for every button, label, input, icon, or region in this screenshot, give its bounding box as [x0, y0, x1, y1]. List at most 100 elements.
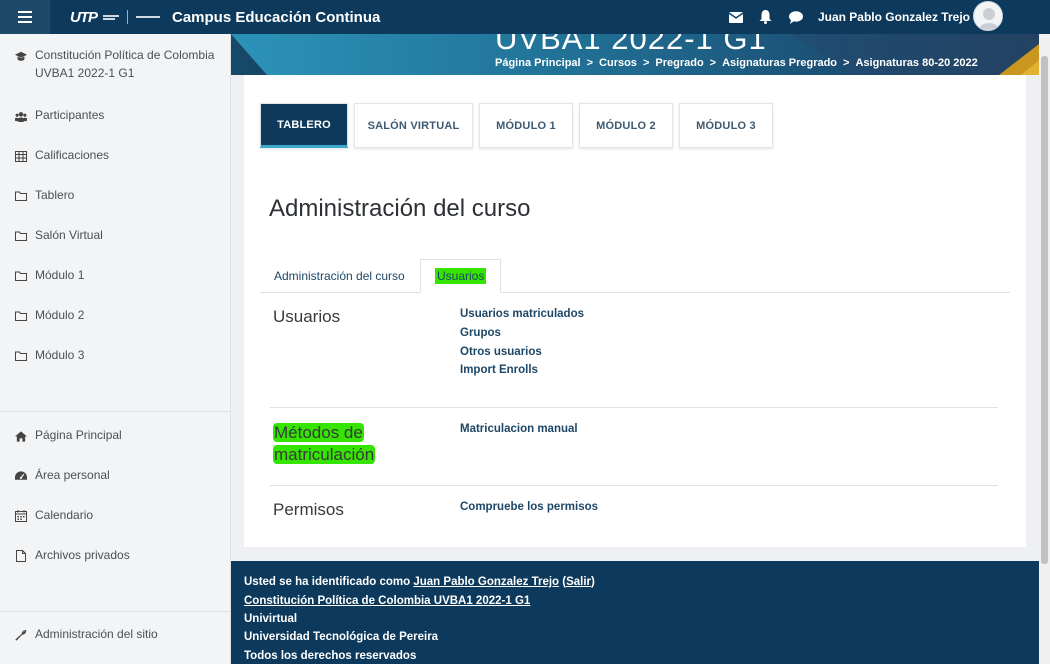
breadcrumb-separator: >	[586, 57, 594, 69]
sidebar-item-modulo-2[interactable]: Módulo 2	[15, 308, 84, 324]
tab-modulo-2[interactable]: MÓDULO 2	[579, 103, 673, 148]
user-name[interactable]: Juan Pablo Gonzalez Trejo	[818, 10, 970, 24]
sidebar-item-tablero[interactable]: Tablero	[15, 188, 75, 204]
table-icon	[15, 150, 27, 162]
footer-login-info: Usted se ha identificado como Juan Pablo…	[244, 576, 595, 588]
folder-icon	[15, 350, 27, 362]
logo-divider	[127, 10, 128, 24]
sidebar-item-label: Módulo 3	[35, 348, 85, 362]
subtab-usuarios[interactable]: Usuarios	[420, 259, 502, 293]
site-name: Campus Educación Continua	[172, 8, 381, 26]
section-divider	[270, 407, 998, 408]
sidebar-item-modulo-3[interactable]: Módulo 3	[15, 348, 85, 364]
breadcrumb: Página Principal > Cursos > Pregrado > Asignat…	[495, 57, 978, 69]
sidebar-item-salon-virtual[interactable]: Salón Virtual	[15, 228, 103, 244]
breadcrumb-item[interactable]: Asignaturas 80-20 2022	[855, 57, 977, 69]
sidebar-item-label: Constitución Política de Colombia UVBA1 …	[35, 48, 215, 80]
section-divider	[270, 485, 998, 486]
sidebar-item-pagina-principal[interactable]: Página Principal	[15, 428, 122, 444]
sidebar-item-label: Calificaciones	[35, 148, 110, 162]
folder-icon	[15, 270, 27, 282]
folder-icon	[15, 310, 27, 322]
dashboard-icon	[15, 470, 27, 482]
messages-icon[interactable]	[728, 9, 744, 25]
hamburger-menu-icon[interactable]	[0, 0, 50, 34]
sidebar-item-administracion-sitio[interactable]: Administración del sitio	[15, 627, 158, 643]
section-title-permisos: Permisos	[273, 500, 344, 519]
course-header-banner: UVBA1 2022-1 G1 Página Principal > Cursos >…	[231, 34, 1039, 75]
users-icon	[15, 110, 27, 122]
footer-logout-link[interactable]: Salir	[566, 576, 591, 588]
link-matriculacion-manual[interactable]: Matriculacion manual	[460, 423, 578, 435]
course-tabs: TABLERO SALÓN VIRTUAL MÓDULO 1 MÓDULO 2 …	[260, 103, 773, 148]
footer-course-link[interactable]: Constitución Política de Colombia UVBA1 …	[244, 595, 530, 607]
breadcrumb-item[interactable]: Pregrado	[655, 57, 703, 69]
footer-line-rights: Todos los derechos reservados	[244, 650, 417, 662]
sidebar-item-archivos-privados[interactable]: Archivos privados	[15, 548, 130, 564]
logo-mark	[103, 14, 119, 20]
user-avatar[interactable]	[973, 1, 1003, 31]
page-title: Administración del curso	[269, 195, 531, 222]
link-import-enrolls[interactable]: Import Enrolls	[460, 364, 538, 376]
sidebar-divider	[0, 411, 231, 412]
folder-icon	[15, 230, 27, 242]
sidebar-item-label: Salón Virtual	[35, 228, 103, 242]
link-compruebe-permisos[interactable]: Compruebe los permisos	[460, 501, 598, 513]
sidebar-item-label: Tablero	[35, 188, 75, 202]
footer-login-prefix: Usted se ha identificado como	[244, 576, 411, 588]
bell-icon[interactable]	[758, 9, 774, 25]
sidebar-item-label: Página Principal	[35, 428, 122, 442]
top-navbar: UTP Campus Educación Continua Juan Pablo…	[0, 0, 1050, 34]
page-footer: Usted se ha identificado como Juan Pablo…	[231, 561, 1039, 664]
sidebar-item-label: Participantes	[35, 108, 105, 122]
sidebar-item-label: Módulo 1	[35, 268, 85, 282]
admin-subtabs: Administración del curso Usuarios	[260, 259, 1010, 293]
section-title-usuarios: Usuarios	[273, 307, 341, 326]
subtab-administracion-curso[interactable]: Administración del curso	[260, 259, 419, 293]
file-icon	[15, 550, 27, 562]
scrollbar-thumb[interactable]	[1041, 56, 1048, 564]
tab-tablero[interactable]: TABLERO	[260, 103, 348, 148]
sidebar-item-label: Administración del sitio	[35, 627, 158, 641]
sidebar-item-participantes[interactable]: Participantes	[15, 108, 105, 124]
sidebar-item-calendario[interactable]: Calendario	[15, 508, 94, 524]
breadcrumb-item[interactable]: Cursos	[599, 57, 637, 69]
breadcrumb-item[interactable]: Página Principal	[495, 57, 581, 69]
calendar-icon	[15, 510, 27, 522]
sidebar-item-label: Área personal	[35, 468, 110, 482]
site-logo[interactable]: UTP Campus Educación Continua	[70, 9, 380, 26]
footer-line-university: Universidad Tecnológica de Pereira	[244, 631, 439, 643]
home-icon	[15, 430, 27, 442]
footer-course-line: Constitución Política de Colombia UVBA1 …	[244, 595, 530, 607]
section-title-line: matriculación	[273, 445, 376, 464]
graduation-cap-icon	[15, 50, 27, 62]
sidebar-item-area-personal[interactable]: Área personal	[15, 468, 110, 484]
footer-user-link[interactable]: Juan Pablo Gonzalez Trejo	[413, 576, 559, 588]
sidebar-item-label: Calendario	[35, 508, 94, 522]
breadcrumb-separator: >	[843, 57, 850, 69]
sidebar-item-course[interactable]: Constitución Política de Colombia UVBA1 …	[15, 48, 220, 82]
folder-icon	[15, 190, 27, 202]
sidebar-item-calificaciones[interactable]: Calificaciones	[15, 148, 110, 164]
link-grupos[interactable]: Grupos	[460, 327, 501, 339]
link-otros-usuarios[interactable]: Otros usuarios	[460, 346, 542, 358]
main-content-card: TABLERO SALÓN VIRTUAL MÓDULO 1 MÓDULO 2 …	[244, 75, 1026, 547]
sidebar-divider	[0, 611, 231, 612]
tab-salon-virtual[interactable]: SALÓN VIRTUAL	[354, 103, 473, 148]
logo-subtext-mark	[136, 16, 160, 18]
section-title-line: Métodos de	[273, 423, 364, 442]
link-usuarios-matriculados[interactable]: Usuarios matriculados	[460, 308, 584, 320]
sidebar: Constitución Política de Colombia UVBA1 …	[0, 34, 231, 664]
breadcrumb-separator: >	[642, 57, 650, 69]
wrench-icon	[15, 629, 27, 641]
tab-modulo-1[interactable]: MÓDULO 1	[479, 103, 573, 148]
chat-icon[interactable]	[788, 9, 804, 25]
breadcrumb-separator: >	[709, 57, 717, 69]
sidebar-item-label: Archivos privados	[35, 548, 130, 562]
course-title: UVBA1 2022-1 G1	[495, 34, 767, 56]
breadcrumb-item[interactable]: Asignaturas Pregrado	[722, 57, 837, 69]
sidebar-item-modulo-1[interactable]: Módulo 1	[15, 268, 85, 284]
tab-modulo-3[interactable]: MÓDULO 3	[679, 103, 773, 148]
section-title-metodos-matriculacion: Métodos de matriculación	[273, 422, 376, 466]
page-scrollbar[interactable]	[1039, 34, 1050, 664]
